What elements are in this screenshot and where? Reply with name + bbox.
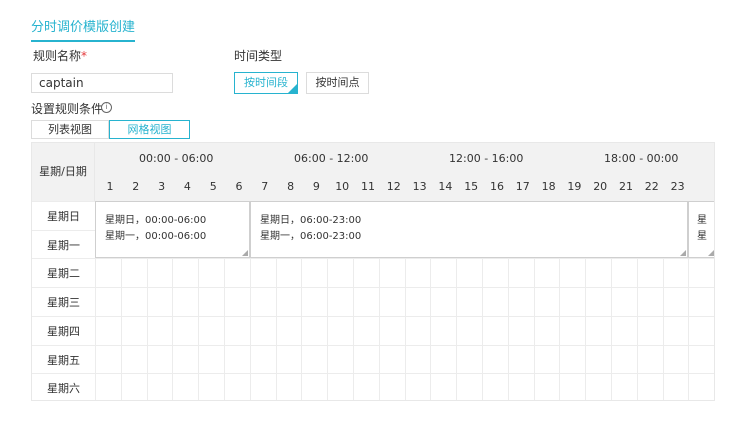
hour-label: 16 [490,180,504,193]
time-block-line: 星期日，00:00-06:00 [105,215,207,226]
time-block-2[interactable]: 星 星 [688,201,714,258]
range-header-3: 18:00 - 00:00 [604,152,679,165]
time-block-line: 星期一，06:00-23:00 [260,231,362,242]
range-header-1: 06:00 - 12:00 [294,152,369,165]
hour-label: 8 [287,180,295,193]
grid-row-line [32,344,714,346]
grid-header: 星期/日期 00:00 - 06:00 06:00 - 12:00 12:00 … [32,143,714,201]
hour-label: 11 [361,180,375,193]
range-header-2: 12:00 - 16:00 [449,152,524,165]
hour-label: 14 [438,180,453,193]
resize-handle[interactable] [708,250,714,256]
hour-label: 15 [464,180,479,193]
hour-label: 22 [644,180,659,193]
info-circle-icon[interactable]: i [101,102,112,113]
hour-label: 7 [261,180,269,193]
hour-label: 17 [515,180,530,193]
grid-row-line [32,315,714,317]
hour-label: 6 [235,180,243,193]
required-mark: * [81,49,88,63]
time-block-line: 星 [697,215,707,226]
time-block-1[interactable]: 星期日，06:00-23:00 星期一，06:00-23:00 [250,201,688,258]
hour-label: 5 [209,180,217,193]
grid-row-line [32,373,714,375]
hour-label: 1 [106,180,114,193]
page-title: 分时调价模版创建 [31,19,136,42]
hour-label: 20 [593,180,608,193]
hour-label: 2 [132,180,140,193]
resize-handle[interactable] [242,250,248,256]
weekday-date-header: 星期/日期 [32,143,95,201]
time-block-line: 星期一，00:00-06:00 [105,231,207,242]
list-view-button[interactable]: 列表视图 [31,120,109,139]
time-grid: 星期/日期 00:00 - 06:00 06:00 - 12:00 12:00 … [31,142,715,401]
hour-label: 13 [412,180,427,193]
hour-label: 9 [312,180,320,193]
resize-handle[interactable] [680,250,686,256]
grid-column-line [714,201,715,401]
by-time-period-button[interactable]: 按时间段 [234,72,298,94]
weekday-label: 星期六 [47,382,80,396]
weekday-label: 星期三 [47,296,80,310]
weekday-label: 星期一 [47,238,80,252]
rule-name-label-text: 规则名称 [33,49,82,63]
hour-label: 23 [670,180,685,193]
weekday-label: 星期五 [47,353,80,367]
time-block-line: 星 [697,231,707,242]
rule-condition-label: 设置规则条件 [31,102,104,116]
hour-label: 4 [183,180,191,193]
weekday-label: 星期日 [47,210,80,223]
hour-label: 21 [619,180,633,193]
grid-row-line [32,258,714,260]
range-header-0: 00:00 - 06:00 [139,152,214,165]
weekday-label: 星期四 [47,324,80,338]
time-type-label: 时间类型 [234,49,283,63]
time-block-line: 星期日，06:00-23:00 [260,215,362,226]
by-time-point-button[interactable]: 按时间点 [306,72,369,94]
time-block-0[interactable]: 星期日，00:00-06:00 星期一，00:00-06:00 [95,201,250,258]
grid-view-button[interactable]: 网格视图 [109,120,190,139]
hour-label: 18 [541,180,556,193]
grid-row-line [32,287,714,289]
hour-label: 12 [386,180,401,193]
hour-label: 3 [158,180,166,193]
rule-name-input[interactable] [31,73,173,93]
hour-label: 10 [335,180,350,193]
rule-name-label: 规则名称* [33,48,87,64]
weekday-label: 星期二 [47,267,80,281]
hour-label: 19 [567,180,582,193]
